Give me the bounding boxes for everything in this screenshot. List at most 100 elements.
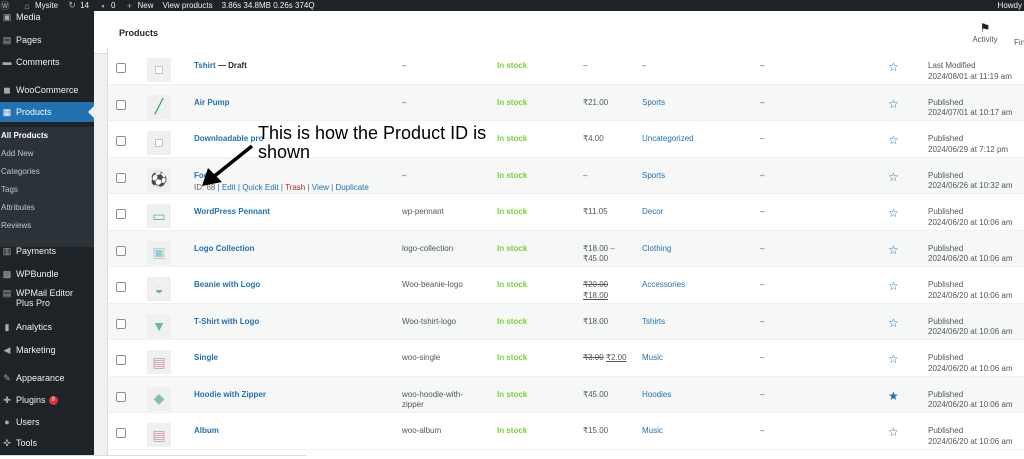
row-checkbox[interactable]	[116, 136, 126, 146]
featured-star-icon[interactable]: ☆	[888, 134, 899, 146]
duplicate-link[interactable]: Duplicate	[335, 183, 368, 192]
sidebar-item-tools[interactable]: ✜ Tools	[0, 433, 94, 453]
product-price: –	[583, 170, 588, 180]
product-thumbnail[interactable]: ╱	[147, 94, 171, 119]
sidebar-item-woocommerce[interactable]: ◼ WooCommerce	[0, 80, 94, 100]
product-thumbnail[interactable]: ◒	[147, 277, 171, 301]
sidebar-item-users[interactable]: ● Users	[0, 412, 94, 432]
row-checkbox[interactable]	[116, 209, 126, 219]
site-name-menu[interactable]: ⌂ Mysite	[22, 1, 58, 11]
product-category-link[interactable]: Tshirts	[642, 317, 665, 328]
trash-link[interactable]: Trash	[285, 183, 305, 192]
product-category-link[interactable]: Accessories	[642, 280, 685, 291]
activity-button[interactable]: ⚑ Activity	[970, 21, 1000, 44]
sidebar-item-wpmail[interactable]: ▤ WPMail Editor Plus Pro	[0, 285, 94, 313]
table-row: ▭ WordPress Pennant wp-pennant In stock ₹11.…	[108, 194, 1024, 231]
featured-star-filled-icon[interactable]: ★	[888, 390, 899, 402]
flag-icon: ⚑	[979, 21, 991, 35]
row-checkbox[interactable]	[116, 282, 126, 292]
updates-menu[interactable]: ↻ 14	[67, 0, 89, 11]
product-thumbnail[interactable]: ◆	[147, 386, 171, 411]
product-name-link[interactable]: Single	[194, 353, 218, 362]
featured-star-icon[interactable]: ☆	[888, 426, 899, 438]
product-thumbnail[interactable]: ⚽	[147, 167, 171, 192]
sidebar-item-payments[interactable]: ▥ Payments	[0, 241, 94, 261]
product-thumbnail[interactable]: ▤	[147, 350, 171, 374]
new-content-menu[interactable]: + New	[124, 1, 154, 11]
sidebar-item-media[interactable]: ▣ Media	[0, 11, 94, 27]
finish-setup-button[interactable]: Fin	[1014, 38, 1024, 47]
featured-star-icon[interactable]: ☆	[888, 207, 899, 219]
sidebar-item-wpbundle[interactable]: ▩ WPBundle	[0, 264, 94, 284]
product-thumbnail[interactable]: ▤	[147, 423, 171, 447]
product-thumbnail[interactable]: ▣	[147, 240, 171, 265]
featured-star-icon[interactable]: ☆	[888, 317, 899, 329]
featured-star-icon[interactable]: ☆	[888, 280, 899, 292]
submenu-reviews[interactable]: Reviews	[1, 221, 31, 230]
submenu-tags[interactable]: Tags	[1, 185, 18, 194]
featured-star-icon[interactable]: ☆	[888, 244, 899, 256]
view-link[interactable]: View	[312, 183, 329, 192]
product-name-link[interactable]: Logo Collection	[194, 244, 254, 253]
query-monitor-stats[interactable]: 3.86s 34.8MB 0.26s 374Q	[222, 1, 315, 10]
product-name-link[interactable]: Album	[194, 426, 219, 435]
wordpress-icon: Ⓦ	[0, 1, 10, 11]
sidebar-item-marketing[interactable]: ◀ Marketing	[0, 340, 94, 360]
row-checkbox[interactable]	[116, 245, 126, 256]
row-checkbox[interactable]	[116, 63, 126, 73]
product-category-link[interactable]: Decor	[642, 207, 663, 218]
product-category-link[interactable]: Uncategorized	[642, 134, 694, 145]
product-price: ₹45.00	[583, 389, 609, 399]
product-name-link[interactable]: Beanie with Logo	[194, 280, 260, 289]
product-category-link[interactable]: Clothing	[642, 244, 671, 255]
sidebar-item-comments[interactable]: ▬ Comments	[0, 52, 94, 72]
sidebar-item-analytics[interactable]: ▮ Analytics	[0, 317, 94, 337]
product-date: Published 2024/06/20 at 10:06 am	[928, 280, 1013, 300]
featured-star-icon[interactable]: ☆	[888, 61, 899, 73]
view-products-link[interactable]: View products	[163, 1, 213, 10]
submenu-all-products[interactable]: All Products	[1, 131, 48, 140]
row-checkbox[interactable]	[116, 99, 126, 110]
product-category-link[interactable]: Music	[642, 353, 663, 364]
users-icon: ●	[4, 417, 10, 427]
product-sku: –	[402, 170, 407, 180]
product-thumbnail[interactable]	[147, 131, 171, 155]
submenu-categories[interactable]: Categories	[1, 167, 40, 176]
product-thumbnail[interactable]	[147, 58, 171, 82]
row-checkbox[interactable]	[116, 318, 126, 329]
submenu-attributes[interactable]: Attributes	[1, 203, 35, 212]
product-name-link[interactable]: Air Pump	[194, 98, 230, 107]
row-checkbox[interactable]	[116, 355, 126, 365]
product-category-link[interactable]: Sports	[642, 98, 665, 109]
sidebar-item-appearance[interactable]: ✎ Appearance	[0, 368, 94, 388]
wp-logo-menu[interactable]: Ⓦ	[0, 0, 13, 11]
sidebar-item-pages[interactable]: ▤ Pages	[0, 30, 94, 50]
product-category-link[interactable]: Hoodies	[642, 390, 671, 401]
annotation-text: This is how the Product ID is shown	[258, 123, 487, 162]
row-checkbox[interactable]	[116, 391, 126, 402]
featured-star-icon[interactable]: ☆	[888, 171, 899, 183]
status-strip	[0, 455, 306, 459]
product-thumbnail[interactable]: ▼	[147, 313, 171, 338]
row-checkbox[interactable]	[116, 428, 126, 438]
row-checkbox[interactable]	[116, 172, 126, 183]
product-category-link[interactable]: Sports	[642, 171, 665, 182]
product-category-link[interactable]: –	[642, 61, 646, 72]
sidebar-item-plugins[interactable]: ✚ Plugins 9	[0, 390, 94, 410]
product-sku: woo-album	[402, 426, 442, 435]
product-category-link[interactable]: Music	[642, 426, 663, 437]
product-price: ₹18.00 – ₹45.00	[583, 243, 615, 264]
product-name-link[interactable]: T-Shirt with Logo	[194, 317, 259, 326]
comments-menu[interactable]: ▪ 0	[98, 1, 115, 11]
product-date: Published 2024/06/20 at 10:06 am	[928, 353, 1013, 373]
howdy-menu[interactable]: Howdy	[998, 0, 1022, 11]
product-name-link[interactable]: WordPress Pennant	[194, 207, 270, 216]
product-name-link[interactable]: Tshirt — Draft	[194, 61, 247, 70]
featured-star-icon[interactable]: ☆	[888, 98, 899, 110]
product-thumbnail[interactable]: ▭	[147, 204, 171, 228]
sidebar-item-products[interactable]: ▦ Products	[0, 102, 94, 122]
placeholder-image-icon	[155, 66, 163, 74]
featured-star-icon[interactable]: ☆	[888, 353, 899, 365]
product-name-link[interactable]: Hoodie with Zipper	[194, 390, 266, 399]
submenu-add-new[interactable]: Add New	[1, 149, 33, 158]
